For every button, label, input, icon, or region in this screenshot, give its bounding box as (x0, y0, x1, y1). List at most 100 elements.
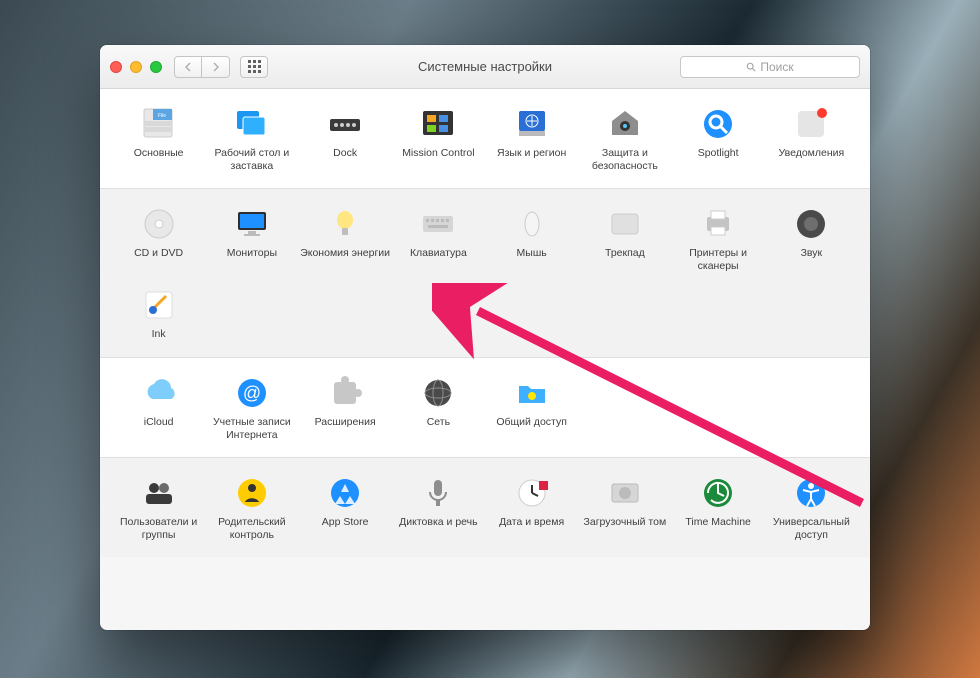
chevron-left-icon (184, 62, 192, 72)
flag-icon (513, 105, 551, 143)
pref-label: Time Machine (685, 516, 751, 529)
pref-tm[interactable]: Time Machine (672, 472, 765, 543)
pref-dictation[interactable]: Диктовка и речь (392, 472, 485, 543)
pref-sound[interactable]: Звук (765, 203, 858, 274)
pref-ink[interactable]: Ink (112, 284, 205, 343)
pref-label: Дата и время (499, 516, 564, 529)
close-button[interactable] (110, 61, 122, 73)
hdd-icon (606, 474, 644, 512)
pref-language[interactable]: Язык и регион (485, 103, 578, 174)
pref-label: iCloud (144, 416, 174, 429)
pref-printers[interactable]: Принтеры и сканеры (672, 203, 765, 274)
pref-extensions[interactable]: Расширения (299, 372, 392, 443)
pref-label: Звук (801, 247, 823, 260)
pref-dock[interactable]: Dock (299, 103, 392, 174)
pref-label: Защита и безопасность (578, 147, 671, 172)
disc-icon (140, 205, 178, 243)
pref-label: Универсальный доступ (765, 516, 858, 541)
chevron-right-icon (212, 62, 220, 72)
appstore-icon (326, 474, 364, 512)
forward-button[interactable] (202, 56, 230, 78)
pref-label: Сеть (427, 416, 450, 429)
users-icon (140, 474, 178, 512)
pref-security[interactable]: Защита и безопасность (578, 103, 671, 174)
pref-label: Пользователи и группы (112, 516, 205, 541)
pref-datetime[interactable]: Дата и время (485, 472, 578, 543)
access-icon (792, 474, 830, 512)
search-icon (746, 62, 756, 72)
minimize-button[interactable] (130, 61, 142, 73)
pref-label: Язык и регион (497, 147, 566, 160)
pref-label: Клавиатура (410, 247, 467, 260)
icloud-icon (140, 374, 178, 412)
desktop-icon (233, 105, 271, 143)
pref-parental[interactable]: Родительский контроль (205, 472, 298, 543)
at-icon (233, 374, 271, 412)
nav-buttons (174, 56, 230, 78)
puzzle-icon (326, 374, 364, 412)
bulb-icon (326, 205, 364, 243)
pref-mouse[interactable]: Мышь (485, 203, 578, 274)
pref-label: Расширения (315, 416, 376, 429)
system-preferences-window: Системные настройки Поиск ОсновныеРабочи… (100, 45, 870, 630)
pref-access[interactable]: Универсальный доступ (765, 472, 858, 543)
pref-section: Пользователи и группыРодительский контро… (100, 458, 870, 557)
parental-icon (233, 474, 271, 512)
grid-icon (248, 60, 261, 73)
trackpad-icon (606, 205, 644, 243)
pref-keyboard[interactable]: Клавиатура (392, 203, 485, 274)
pref-displays[interactable]: Мониторы (205, 203, 298, 274)
pref-label: Мониторы (227, 247, 277, 260)
pref-general[interactable]: Основные (112, 103, 205, 174)
pref-notifications[interactable]: Уведомления (765, 103, 858, 174)
pref-cddvd[interactable]: CD и DVD (112, 203, 205, 274)
back-button[interactable] (174, 56, 202, 78)
pref-label: Принтеры и сканеры (672, 247, 765, 272)
speaker-icon (792, 205, 830, 243)
pref-startup[interactable]: Загрузочный том (578, 472, 671, 543)
pref-icloud[interactable]: iCloud (112, 372, 205, 443)
show-all-button[interactable] (240, 56, 268, 78)
pref-network[interactable]: Сеть (392, 372, 485, 443)
display-icon (233, 205, 271, 243)
pref-label: Общий доступ (496, 416, 567, 429)
spotlight-icon (699, 105, 737, 143)
pref-label: Загрузочный том (584, 516, 667, 529)
pref-label: Учетные записи Интернета (205, 416, 298, 441)
pref-label: Диктовка и речь (399, 516, 477, 529)
pref-label: Dock (333, 147, 357, 160)
search-placeholder: Поиск (760, 60, 793, 74)
pref-accounts[interactable]: Учетные записи Интернета (205, 372, 298, 443)
window-controls (110, 61, 162, 73)
pref-mission[interactable]: Mission Control (392, 103, 485, 174)
mouse-icon (513, 205, 551, 243)
pref-label: Родительский контроль (205, 516, 298, 541)
pref-label: Mission Control (402, 147, 474, 160)
clock-icon (513, 474, 551, 512)
zoom-button[interactable] (150, 61, 162, 73)
house-icon (606, 105, 644, 143)
pref-trackpad[interactable]: Трекпад (578, 203, 671, 274)
pref-section: iCloud Учетные записи Интернета Расширения… (100, 358, 870, 458)
pref-users[interactable]: Пользователи и группы (112, 472, 205, 543)
pref-appstore[interactable]: App Store (299, 472, 392, 543)
mission-icon (419, 105, 457, 143)
notify-icon (792, 105, 830, 143)
pref-section: ОсновныеРабочий стол и заставка Dock Missi… (100, 89, 870, 189)
printer-icon (699, 205, 737, 243)
search-field[interactable]: Поиск (680, 56, 860, 78)
general-icon (140, 105, 178, 143)
pref-label: Мышь (517, 247, 547, 260)
pref-energy[interactable]: Экономия энергии (299, 203, 392, 274)
folder-icon (513, 374, 551, 412)
toolbar: Системные настройки Поиск (100, 45, 870, 89)
ink-icon (140, 286, 178, 324)
pref-sharing[interactable]: Общий доступ (485, 372, 578, 443)
pref-label: Трекпад (605, 247, 645, 260)
keyboard-icon (419, 205, 457, 243)
pref-desktop[interactable]: Рабочий стол и заставка (205, 103, 298, 174)
pref-label: Экономия энергии (300, 247, 390, 260)
mic-icon (419, 474, 457, 512)
globe-icon (419, 374, 457, 412)
pref-spotlight[interactable]: Spotlight (672, 103, 765, 174)
